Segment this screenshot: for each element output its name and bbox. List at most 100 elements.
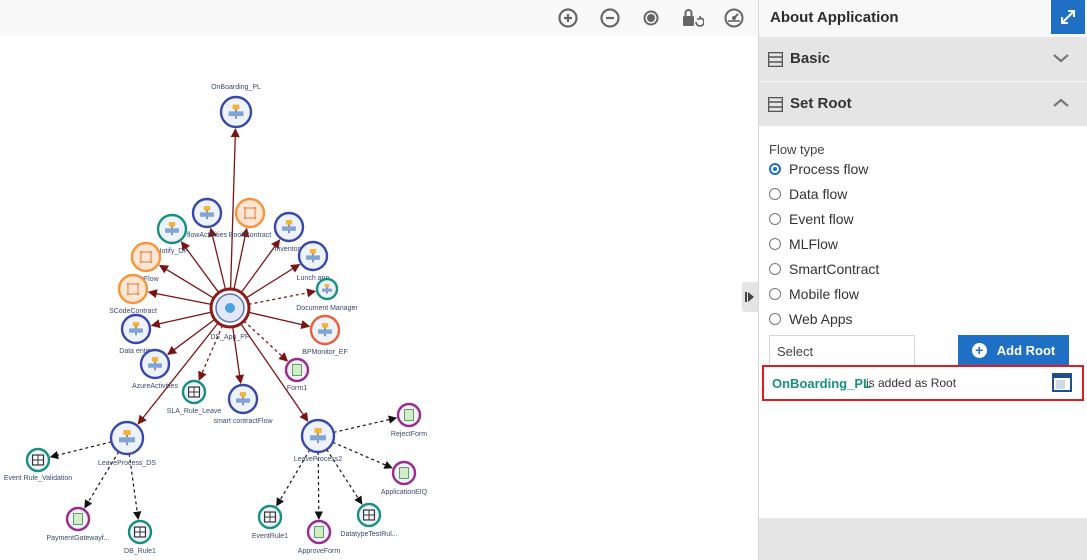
expand-button[interactable] <box>1051 0 1085 34</box>
node-label: flowActivities <box>187 232 228 239</box>
table-icon <box>768 97 783 112</box>
radio-label: Mobile flow <box>789 286 860 302</box>
node-label: RejectForm <box>391 431 427 438</box>
root-entry: OnBoarding_PL is added as Root <box>762 365 1084 401</box>
graph-edge <box>158 264 215 299</box>
node-label: OnBoarding_PL <box>211 84 261 91</box>
graph-node[interactable] <box>257 504 283 530</box>
rule-node-icon <box>362 509 376 521</box>
radio-label: MLFlow <box>789 236 839 252</box>
radio-smartcontract[interactable]: SmartContract <box>769 259 879 279</box>
radio-mobile-flow[interactable]: Mobile flow <box>769 284 859 304</box>
graph-node[interactable] <box>309 314 341 346</box>
graph-node[interactable] <box>219 95 253 129</box>
chevron-up-icon[interactable] <box>1052 96 1070 110</box>
graph-node[interactable] <box>284 357 310 383</box>
graph-edge <box>147 289 212 305</box>
form-node-icon <box>292 364 302 376</box>
root-node-label: DS_App_PP <box>210 334 250 341</box>
add-root-button[interactable]: + Add Root <box>958 335 1069 365</box>
graph-node[interactable] <box>234 197 266 229</box>
section-set-root[interactable]: Set Root <box>759 82 1087 126</box>
expand-icon <box>1061 10 1075 24</box>
node-label: BookContract <box>229 232 271 239</box>
radio-process-flow[interactable]: Process flow <box>769 159 868 179</box>
section-set-root-title: Set Root <box>790 95 852 112</box>
radio-mlflow[interactable]: MLFlow <box>769 234 838 254</box>
node-label: BPMonitor_EF <box>302 349 348 356</box>
form-node-icon <box>404 409 414 421</box>
radio-button[interactable] <box>769 288 781 300</box>
graph-root-node[interactable] <box>209 287 251 329</box>
collapse-panel-tab[interactable] <box>742 282 758 312</box>
node-label: Notify_DF <box>156 248 187 255</box>
chevron-down-icon[interactable] <box>1052 51 1070 65</box>
radio-button[interactable] <box>769 188 781 200</box>
form-node-icon <box>314 526 324 538</box>
add-root-label: Add Root <box>996 342 1056 358</box>
app-hub-icon <box>225 303 235 313</box>
node-label: Form1 <box>287 385 307 392</box>
radio-button[interactable] <box>769 238 781 250</box>
graph-node[interactable] <box>109 420 145 456</box>
graph-node[interactable] <box>396 402 422 428</box>
graph-node[interactable] <box>156 213 188 245</box>
graph-node[interactable] <box>127 519 153 545</box>
radio-label: Process flow <box>789 161 869 177</box>
radio-event-flow[interactable]: Event flow <box>769 209 854 229</box>
graph-edge <box>248 288 317 305</box>
graph-edge <box>248 311 311 329</box>
radio-web-apps[interactable]: Web Apps <box>769 309 853 329</box>
graph-node[interactable] <box>297 240 329 272</box>
node-label: SLA_Rule_Leave <box>167 408 222 415</box>
delete-icon[interactable] <box>1051 373 1073 393</box>
graph-node[interactable] <box>356 502 382 528</box>
graph-node[interactable] <box>120 313 152 345</box>
graph-node[interactable] <box>315 277 339 301</box>
rule-node-icon <box>263 511 277 523</box>
graph-node[interactable] <box>391 460 417 486</box>
node-label: DB_Rule1 <box>124 548 156 555</box>
graph-node[interactable] <box>117 273 149 305</box>
graph-node[interactable] <box>130 241 162 273</box>
node-label: ApplicationEIQ <box>381 489 428 496</box>
node-label: AzureActivities <box>132 383 178 390</box>
about-application-panel: About Application Basic Set Root Flow ty… <box>758 0 1087 560</box>
radio-label: SmartContract <box>789 261 880 277</box>
graph-node[interactable] <box>227 383 259 415</box>
node-label: smart contractFlow <box>213 418 273 425</box>
section-basic[interactable]: Basic <box>759 37 1087 81</box>
panel-footer <box>759 518 1087 560</box>
radio-data-flow[interactable]: Data flow <box>769 184 847 204</box>
radio-button[interactable] <box>769 163 781 175</box>
graph-canvas[interactable]: OnBoarding_PL flowActivities BookContract I… <box>0 0 758 560</box>
plus-circle-icon: + <box>971 342 987 358</box>
graph-node[interactable] <box>273 211 305 243</box>
radio-button[interactable] <box>769 263 781 275</box>
graph-node[interactable] <box>306 519 332 545</box>
graph-node[interactable] <box>139 348 171 380</box>
graph-node[interactable] <box>191 197 223 229</box>
graph-node[interactable] <box>65 506 91 532</box>
radio-button[interactable] <box>769 313 781 325</box>
graph-edge <box>150 311 212 329</box>
root-message: is added as Root <box>866 376 957 390</box>
radio-button[interactable] <box>769 213 781 225</box>
graph-node[interactable] <box>181 379 207 405</box>
rule-node-icon <box>187 386 201 398</box>
form-node-icon <box>73 513 83 525</box>
graph-node[interactable] <box>25 447 51 473</box>
node-label: ApproveForm <box>298 548 341 555</box>
panel-title: About Application <box>770 9 899 26</box>
node-label: LeaveProcess_DS <box>98 460 156 467</box>
node-label: SCodeContract <box>109 308 157 315</box>
table-icon <box>768 52 783 67</box>
node-label: DatatypeTestRul... <box>340 531 397 538</box>
set-root-content: Flow type Process flow Data flow Event f… <box>759 126 1087 518</box>
collapse-arrow-icon <box>745 292 754 302</box>
graph-edge <box>245 263 301 299</box>
graph-node[interactable] <box>300 418 336 454</box>
form-node-icon <box>399 467 409 479</box>
root-name[interactable]: OnBoarding_PL <box>772 376 871 391</box>
flow-select-dropdown[interactable]: Select <box>769 335 915 367</box>
